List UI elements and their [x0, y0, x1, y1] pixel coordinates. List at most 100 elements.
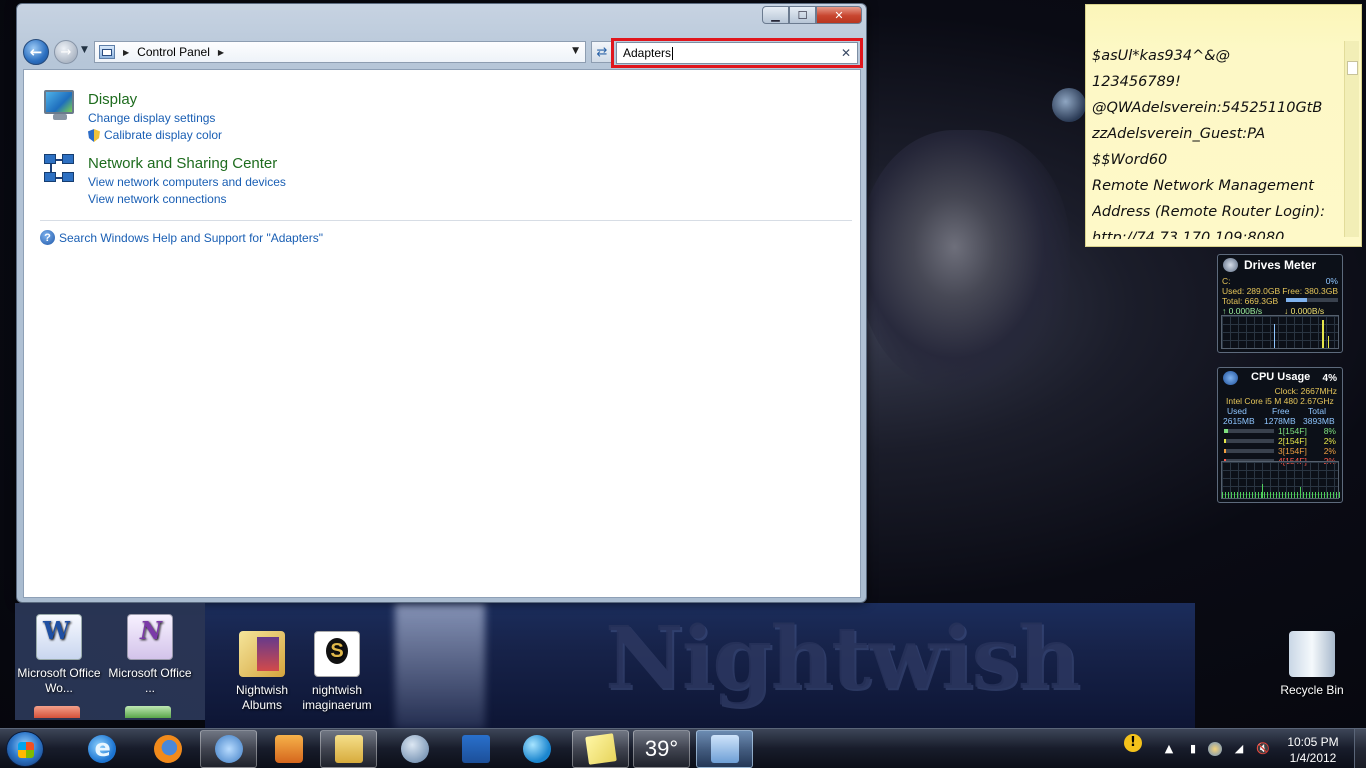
cpu-core-label: 2[154F]	[1278, 436, 1307, 446]
device-icon[interactable]: ▮	[1186, 742, 1200, 756]
firefox-icon	[153, 735, 182, 763]
taskbar: 39° ! ▲ ▮ ◢ 🔇 10:05 PM 1/4/2012	[0, 728, 1366, 768]
drive-free: Free: 380.3GB	[1282, 286, 1338, 296]
mem-header-total: Total	[1308, 406, 1326, 416]
wallpaper-figure	[860, 130, 1070, 390]
clear-search-icon[interactable]: ✕	[841, 46, 851, 60]
link-change-display-settings[interactable]: Change display settings	[88, 110, 222, 127]
start-button[interactable]	[6, 731, 44, 767]
sticky-note-scrollbar[interactable]	[1344, 41, 1359, 237]
result-title-display[interactable]: Display	[88, 90, 222, 110]
breadcrumb-control-panel[interactable]: Control Panel	[137, 45, 210, 59]
cpu-activity-graph	[1221, 461, 1340, 499]
taskbar-sticky-notes[interactable]	[572, 730, 629, 768]
window-controls: ▁ ☐ ✕	[762, 6, 862, 24]
uac-shield-icon	[88, 129, 100, 142]
cpu-core-label: 1[154F]	[1278, 426, 1307, 436]
drive-letter: C:	[1222, 276, 1231, 286]
drives-meter-title: Drives Meter	[1244, 258, 1317, 272]
sticky-note-text[interactable]: $asUl*kas934^&@ 123456789! @QWAdelsverei…	[1092, 43, 1344, 239]
help-search-link[interactable]: ? Search Windows Help and Support for "A…	[40, 230, 323, 245]
search-input[interactable]: Adapters ✕	[616, 42, 858, 64]
checkmark-icon	[461, 735, 490, 763]
sticky-line: Remote Network Management	[1092, 178, 1314, 194]
sticky-note[interactable]: $asUl*kas934^&@ 123456789! @QWAdelsverei…	[1085, 4, 1362, 247]
maximize-button[interactable]: ☐	[789, 6, 816, 24]
desktop-icon-nightwish-albums[interactable]: Nightwish Albums	[220, 631, 304, 713]
desktop-icon-label: Nightwish Albums	[235, 683, 289, 712]
volume-muted-icon[interactable]: 🔇	[1256, 742, 1270, 756]
refresh-button[interactable]: ⇄	[591, 41, 613, 63]
clock-date: 1/4/2012	[1289, 751, 1337, 765]
forward-button[interactable]: →	[54, 40, 78, 64]
back-button[interactable]: ←	[23, 39, 49, 65]
power-icon[interactable]	[1208, 742, 1222, 756]
help-icon: ?	[40, 230, 55, 245]
powerpoint-icon[interactable]	[34, 706, 80, 718]
recycle-bin-icon	[1289, 631, 1335, 677]
result-display: Display Change display settings Calibrat…	[44, 90, 222, 144]
control-panel-icon	[710, 735, 739, 763]
desktop-icon-onenote[interactable]: Microsoft Office ...	[108, 614, 192, 696]
taskbar-internet-explorer[interactable]	[73, 730, 130, 768]
cpu-usage-gadget[interactable]: CPU Usage 4% Clock: 2667MHz Intel Core i…	[1217, 367, 1343, 503]
help-search-label: Search Windows Help and Support for "Ada…	[59, 230, 323, 245]
breadcrumb-chevron-icon[interactable]: ▶	[123, 48, 129, 57]
taskbar-firefox[interactable]	[139, 730, 196, 768]
monitor-icon[interactable]	[44, 90, 76, 122]
taskbar-weather[interactable]: 39°	[633, 730, 690, 768]
link-view-network-computers[interactable]: View network computers and devices	[88, 174, 286, 191]
taskbar-globe-app[interactable]	[508, 730, 565, 768]
sticky-line: zzAdelsverein_Guest:PA	[1092, 126, 1266, 142]
mem-value-total: 3893MB	[1303, 416, 1335, 426]
cpu-core-label: 3[154F]	[1278, 446, 1307, 456]
sticky-line: @QWAdelsverein:54525110GtB	[1092, 100, 1323, 116]
show-desktop-button[interactable]	[1354, 729, 1366, 768]
taskbar-checkmark-app[interactable]	[447, 730, 504, 768]
desktop-icon-word[interactable]: Microsoft Office Wo...	[17, 614, 101, 696]
taskbar-hp[interactable]	[386, 730, 443, 768]
recent-pages-dropdown[interactable]: ▼	[81, 45, 88, 55]
taskbar-control-panel[interactable]	[696, 730, 753, 768]
drive-icon	[1223, 258, 1238, 272]
network-icon[interactable]	[44, 154, 76, 186]
address-bar[interactable]: ▶ Control Panel ▶ ▼	[94, 41, 586, 63]
desktop-icon-nightwish-imaginaerum[interactable]: nightwish imaginaerum	[295, 631, 379, 713]
drive-usage-bar	[1286, 298, 1338, 302]
result-title-network[interactable]: Network and Sharing Center	[88, 154, 286, 174]
link-calibrate-display-color[interactable]: Calibrate display color	[88, 127, 222, 144]
system-tray: ! ▲ ▮ ◢ 🔇 10:05 PM 1/4/2012	[1116, 729, 1366, 768]
close-button[interactable]: ✕	[816, 6, 862, 24]
drives-meter-gadget[interactable]: Drives Meter C: 0% Used: 289.0GB Free: 3…	[1217, 254, 1343, 353]
taskbar-clock[interactable]: 10:05 PM 1/4/2012	[1284, 734, 1342, 766]
taskbar-windows-explorer[interactable]	[320, 730, 377, 768]
desktop-icon-recycle-bin[interactable]: Recycle Bin	[1270, 631, 1354, 698]
cpu-core-bar	[1224, 439, 1274, 443]
link-view-network-connections[interactable]: View network connections	[88, 191, 286, 208]
folder-icon	[334, 735, 363, 763]
hp-icon	[400, 735, 429, 763]
cpu-core-value: 2%	[1323, 436, 1336, 446]
scrollbar-thumb[interactable]	[1347, 61, 1358, 75]
show-hidden-icons-icon[interactable]: ▲	[1162, 742, 1176, 756]
minimize-button[interactable]: ▁	[762, 6, 789, 24]
action-center-warning-icon[interactable]: !	[1124, 734, 1142, 752]
sticky-line: $asUl*kas934^&@	[1092, 48, 1231, 64]
breadcrumb-chevron-icon[interactable]: ▶	[218, 48, 224, 57]
cpu-usage-title: CPU Usage	[1251, 371, 1311, 383]
cpu-name: Intel Core i5 M 480 2.67GHz	[1226, 396, 1334, 406]
word-icon	[36, 614, 82, 660]
network-signal-icon[interactable]: ◢	[1232, 742, 1246, 756]
cpu-core-bar	[1224, 449, 1274, 453]
drive-percent: 0%	[1325, 276, 1338, 286]
clock-time: 10:05 PM	[1287, 735, 1339, 749]
excel-icon[interactable]	[125, 706, 171, 718]
address-dropdown-icon[interactable]: ▼	[572, 46, 579, 56]
cpu-usage-percent: 4%	[1322, 373, 1337, 384]
mem-header-free: Free	[1272, 406, 1290, 416]
taskbar-audio-app[interactable]	[200, 730, 257, 768]
control-panel-icon	[99, 45, 115, 59]
taskbar-media-player[interactable]	[260, 730, 317, 768]
mem-header-used: Used	[1227, 406, 1247, 416]
onenote-icon	[127, 614, 173, 660]
